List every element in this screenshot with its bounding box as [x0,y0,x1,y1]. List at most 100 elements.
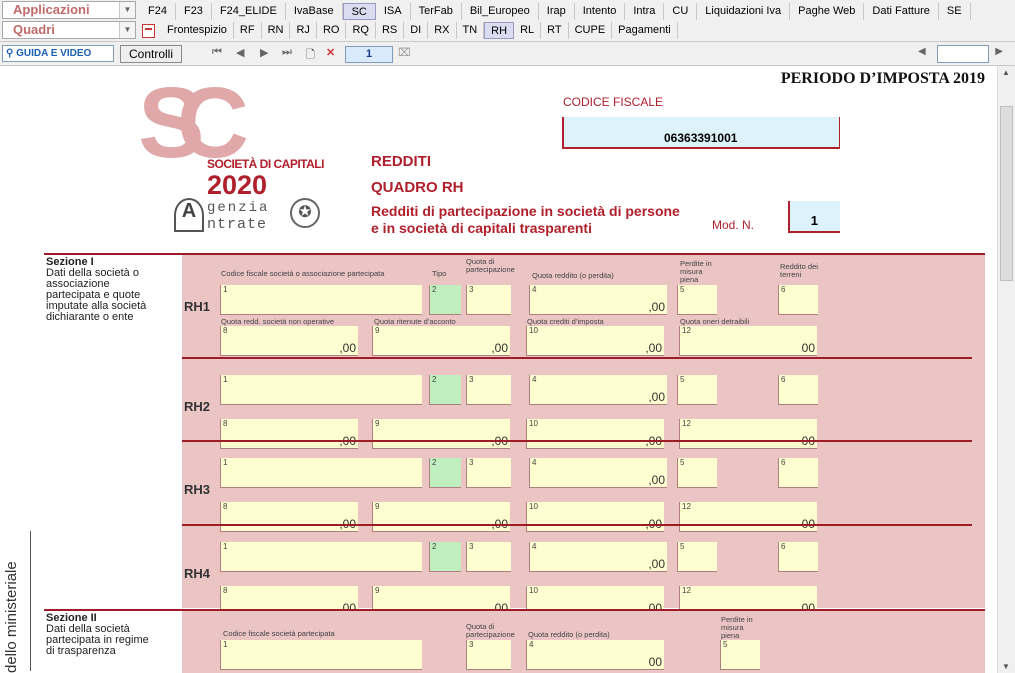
rh1-crediti-field[interactable]: 10,00 [526,326,664,356]
rh3-crediti-field[interactable]: 10,00 [526,502,664,532]
quadro-tab-rn[interactable]: RN [262,22,291,39]
quadro-tab-rt[interactable]: RT [541,22,569,39]
quadro-tab-cupe[interactable]: CUPE [569,22,613,39]
rh2-quota-part-field[interactable]: 3 [466,375,511,405]
search-prev-icon[interactable]: ◀ [918,46,926,57]
rh2-perdite-field[interactable]: 5 [677,375,717,405]
rh3-perdite-field[interactable]: 5 [677,458,717,488]
rh2-terreni-field[interactable]: 6 [778,375,818,405]
rh2-ritenute-field[interactable]: 9,00 [372,419,510,449]
rh-s2-cf-field[interactable]: 1 [220,640,422,670]
quadro-tab-rx[interactable]: RX [428,22,457,39]
rh2-quota-redd-field[interactable]: 4,00 [529,375,667,405]
rh1-oneri-field[interactable]: 12 00 [679,326,817,356]
applicazioni-select[interactable]: Applicazioni ▼ [2,1,136,19]
app-tab-paghe-web[interactable]: Paghe Web [790,3,865,20]
app-tab-cu[interactable]: CU [664,3,698,20]
rh-s2-quota-part-field[interactable]: 3 [466,640,511,670]
quadro-subtitle: Redditi di partecipazione in società di … [371,203,680,237]
rh3-cf-field[interactable]: 1 [220,458,422,488]
quadro-tab-ro[interactable]: RO [317,22,347,39]
quadro-tab-frontespizio[interactable]: Frontespizio [161,22,234,39]
quadri-select[interactable]: Quadri ▼ [2,21,136,39]
rh1-ritenute-field[interactable]: 9,00 [372,326,510,356]
scroll-up-icon[interactable]: ▲ [1002,68,1010,77]
app-tab-irap[interactable]: Irap [539,3,575,20]
pdf-icon[interactable] [142,23,155,38]
app-tab-intra[interactable]: Intra [625,3,665,20]
search-field[interactable] [937,45,989,63]
quadro-tab-rf[interactable]: RF [234,22,262,39]
rh2-non-op-field[interactable]: 8,00 [220,419,358,449]
vertical-scrollbar[interactable]: ▲ ▼ [997,66,1015,673]
logo-societa: SOCIETÀ DI CAPITALI [207,157,324,171]
rh1-perdite-field[interactable]: 5 [677,285,717,315]
delete-page-icon[interactable]: ✕ [326,46,335,59]
rh1-non-op-field[interactable]: 8,00 [220,326,358,356]
page-number-field[interactable]: 1 [345,46,393,63]
quadro-tab-rq[interactable]: RQ [346,22,376,39]
quadro-tab-rl[interactable]: RL [514,22,542,39]
mod-number-field[interactable]: 1 [788,201,840,233]
rh2-tipo-field[interactable]: 2 [429,375,461,405]
codice-fiscale-field[interactable]: 06363391001 [562,117,840,149]
rh4-tipo-field[interactable]: 2 [429,542,461,572]
rh4-cf-field[interactable]: 1 [220,542,422,572]
clear-icon[interactable]: ⌧ [398,46,411,59]
app-tab-f24[interactable]: F24 [140,3,176,20]
quadro-tab-pagamenti[interactable]: Pagamenti [612,22,678,39]
rh3-ritenute-field[interactable]: 9,00 [372,502,510,532]
h-perdite-label: Perdite in misura piena [680,259,712,284]
rh1-cf-field[interactable]: 1 [220,285,422,315]
rh3-quota-redd-field[interactable]: 4,00 [529,458,667,488]
next-page-icon[interactable]: ▶ [260,46,268,59]
app-tab-terfab[interactable]: TerFab [411,3,462,20]
quadro-tab-rh[interactable]: RH [484,22,515,39]
rh4-perdite-field[interactable]: 5 [677,542,717,572]
app-tab-f24_elide[interactable]: F24_ELIDE [212,3,286,20]
app-tab-ivabase[interactable]: IvaBase [286,3,343,20]
rh4-quota-redd-field[interactable]: 4,00 [529,542,667,572]
search-next-icon[interactable]: ▶ [995,46,1003,57]
app-tab-f23[interactable]: F23 [176,3,212,20]
rh1-tipo-field[interactable]: 2 [429,285,461,315]
rh3-tipo-field[interactable]: 2 [429,458,461,488]
app-tab-sc[interactable]: SC [342,3,376,20]
app-tab-dati-fatture[interactable]: Dati Fatture [864,3,939,20]
rh2-cf-field[interactable]: 1 [220,375,422,405]
app-tab-liquidazioni-iva[interactable]: Liquidazioni Iva [697,3,791,20]
guida-button[interactable]: ⚲ GUIDA E VIDEO [2,45,114,62]
rh1-quota-redd-field[interactable]: 4,00 [529,285,667,315]
rh3-non-op-field[interactable]: 8,00 [220,502,358,532]
chevron-down-icon[interactable]: ▼ [119,22,135,38]
quadro-tab-rs[interactable]: RS [376,22,405,39]
controlli-button[interactable]: Controlli [120,45,182,63]
rh-s2-quota-redd-field[interactable]: 4 00 [526,640,664,670]
last-page-icon[interactable]: ⏭ [282,46,292,59]
app-tab-intento[interactable]: Intento [575,3,626,20]
scroll-thumb[interactable] [1000,106,1013,281]
rh4-terreni-field[interactable]: 6 [778,542,818,572]
rh3-quota-part-field[interactable]: 3 [466,458,511,488]
emblem-icon: ✪ [290,198,320,228]
app-tab-bil_europeo[interactable]: Bil_Europeo [462,3,539,20]
rh2-oneri-field[interactable]: 1200 [679,419,817,449]
first-page-icon[interactable]: ⏮ [212,46,222,59]
prev-page-icon[interactable]: ◀ [236,46,244,59]
rh4-quota-part-field[interactable]: 3 [466,542,511,572]
rh1-quota-part-field[interactable]: 3 [466,285,511,315]
scroll-down-icon[interactable]: ▼ [1002,662,1010,671]
quadro-tab-rj[interactable]: RJ [290,22,317,39]
rh1-terreni-field[interactable]: 6 [778,285,818,315]
quadro-tab-di[interactable]: DI [404,22,429,39]
rh-s2-perdite-field[interactable]: 5 [720,640,760,670]
new-page-icon[interactable]: 🗋 [306,46,315,65]
chevron-down-icon[interactable]: ▼ [119,2,135,18]
rh2-crediti-field[interactable]: 10,00 [526,419,664,449]
logo-entrate: ntrate [207,216,268,233]
quadro-tab-tn[interactable]: TN [457,22,485,39]
rh3-oneri-field[interactable]: 1200 [679,502,817,532]
rh3-terreni-field[interactable]: 6 [778,458,818,488]
app-tab-isa[interactable]: ISA [376,3,411,20]
app-tab-se[interactable]: SE [939,3,971,20]
